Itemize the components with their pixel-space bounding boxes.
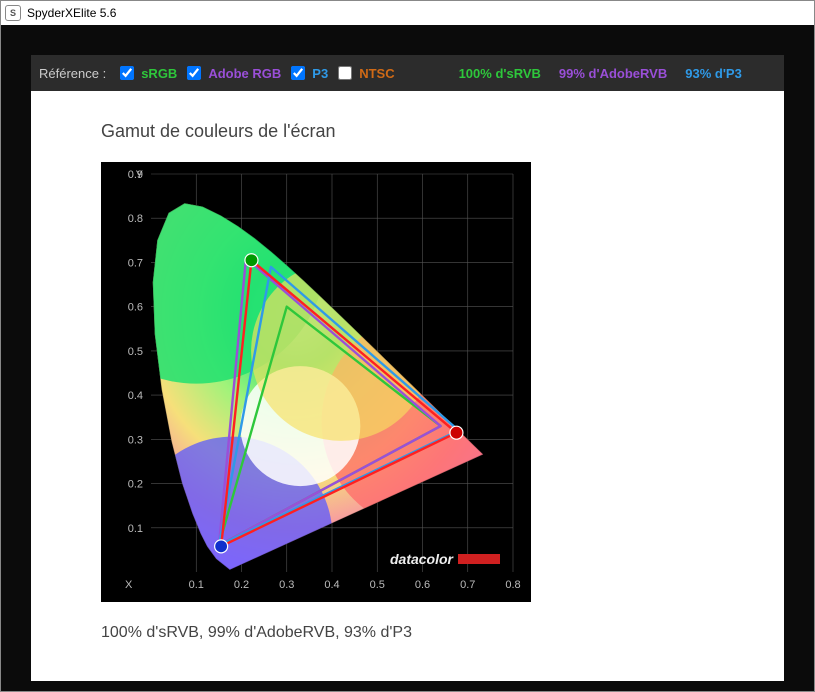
svg-text:datacolor: datacolor [390,551,455,567]
svg-text:Y: Y [136,169,144,181]
svg-text:0.3: 0.3 [279,579,294,591]
checkbox-label-p3: P3 [312,66,328,81]
checkbox-label-adobe: Adobe RGB [208,66,281,81]
pct-srgb: 100% d'sRVB [459,66,541,81]
checkbox-ntsc[interactable]: NTSC [334,63,394,83]
svg-text:0.8: 0.8 [505,579,520,591]
page-title: Gamut de couleurs de l'écran [101,121,784,142]
checkbox-input-adobe[interactable] [187,66,201,80]
checkbox-group: sRGB Adobe RGB P3 NTSC [116,63,400,83]
svg-text:0.1: 0.1 [128,523,143,535]
svg-text:0.5: 0.5 [128,346,143,358]
svg-text:0.7: 0.7 [460,579,475,591]
svg-text:X: X [125,579,133,591]
svg-text:0.6: 0.6 [415,579,430,591]
svg-text:0.8: 0.8 [128,213,143,225]
checkbox-srgb[interactable]: sRGB [116,63,177,83]
svg-text:0.7: 0.7 [128,257,143,269]
gamut-chart: 0.1 0.2 0.3 0.4 0.5 0.6 0.7 0.8 0.1 0.2 0.3 0.4 0.5 0… [101,162,531,602]
checkbox-input-srgb[interactable] [120,66,134,80]
title-bar: S SpyderXElite 5.6 [1,1,814,25]
svg-text:0.4: 0.4 [324,579,339,591]
pct-p3: 93% d'P3 [685,66,742,81]
checkbox-input-ntsc[interactable] [338,66,352,80]
svg-text:0.6: 0.6 [128,302,143,314]
app-body: Référence : sRGB Adobe RGB P3 NTSC 100% d's… [1,25,814,691]
chart-svg: 0.1 0.2 0.3 0.4 0.5 0.6 0.7 0.8 0.1 0.2 0.3 0.4 0.5 0… [101,162,531,602]
percentage-group: 100% d'sRVB 99% d'AdobeRVB 93% d'P3 [441,66,742,81]
checkbox-input-p3[interactable] [291,66,305,80]
checkbox-adobe[interactable]: Adobe RGB [183,63,281,83]
checkbox-label-ntsc: NTSC [359,66,394,81]
svg-text:0.2: 0.2 [234,579,249,591]
reference-label: Référence : [39,66,106,81]
svg-text:0.4: 0.4 [128,390,143,402]
app-icon: S [5,5,21,21]
window-title: SpyderXElite 5.6 [27,6,116,20]
checkbox-label-srgb: sRGB [141,66,177,81]
content-panel: Gamut de couleurs de l'écran 0.10.20.30.… [31,91,784,681]
summary-text: 100% d'sRVB, 99% d'AdobeRVB, 93% d'P3 [101,624,784,642]
reference-toolbar: Référence : sRGB Adobe RGB P3 NTSC 100% d's… [31,55,784,91]
app-window: S SpyderXElite 5.6 Référence : sRGB Adobe… [0,0,815,692]
checkbox-p3[interactable]: P3 [287,63,328,83]
svg-text:0.1: 0.1 [189,579,204,591]
svg-text:0.3: 0.3 [128,434,143,446]
svg-text:0.5: 0.5 [370,579,385,591]
svg-text:0.2: 0.2 [128,479,143,491]
pct-adobe: 99% d'AdobeRVB [559,66,667,81]
